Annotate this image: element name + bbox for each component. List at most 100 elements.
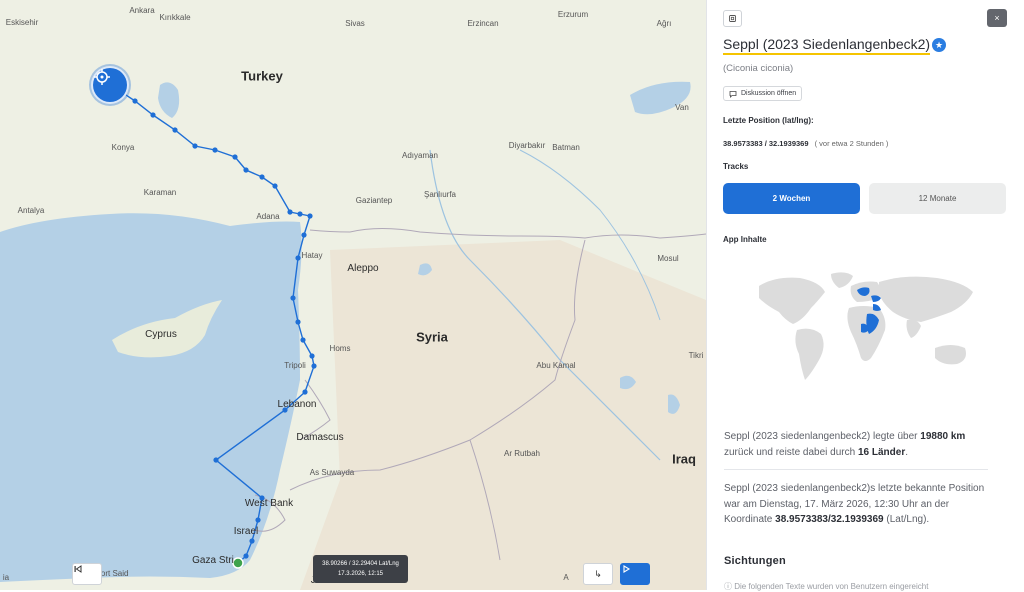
track-point[interactable] [259, 174, 265, 180]
world-map-visited-countries [759, 272, 973, 380]
label-gaza: Gaza Stri [192, 555, 234, 566]
tracks-label: Tracks [723, 162, 749, 171]
track-point[interactable] [290, 295, 296, 301]
copy-icon [729, 15, 736, 22]
last-position-ago: ( vor etwa 2 Stunden ) [814, 139, 889, 148]
label-syria: Syria [416, 329, 448, 345]
label-adiyaman: Adıyaman [401, 151, 439, 160]
label-sivas: Sivas [345, 19, 365, 28]
track-point[interactable] [243, 553, 249, 559]
label-adana: Adana [256, 212, 280, 221]
label-agri: Ağrı [656, 19, 672, 28]
last-position-value: 38.9573383 / 32.1939369 [723, 139, 809, 148]
label-kirikkale: Kırıkkale [159, 13, 191, 22]
label-tripoli: Tripoli [284, 361, 306, 370]
skip-back-icon [74, 565, 82, 573]
star-badge-icon[interactable]: ★ [932, 38, 946, 52]
track-point[interactable] [255, 517, 261, 523]
last-position-label: Letzte Position (lat/lng): [723, 116, 814, 125]
label-homs: Homs [329, 344, 351, 353]
label-west-bank: West Bank [244, 498, 294, 509]
travel-summary-end: . [905, 446, 908, 458]
track-point[interactable] [232, 154, 238, 160]
label-edge-a: A [563, 573, 569, 582]
label-cyprus: Cyprus [145, 329, 177, 340]
track-point[interactable] [272, 183, 278, 189]
label-antalya: Antalya [17, 206, 45, 215]
track-point[interactable] [295, 319, 301, 325]
close-button[interactable]: × [987, 9, 1007, 27]
map-view[interactable]: Turkey Syria Iraq Cyprus Lebanon Jordan … [0, 0, 706, 590]
track-point[interactable] [132, 98, 138, 104]
crosshair-icon [94, 69, 110, 85]
divider [724, 469, 988, 470]
label-ankara: Ankara [129, 6, 155, 15]
open-discussion-button[interactable]: Diskussion öffnen [723, 86, 803, 101]
play-button[interactable] [620, 563, 650, 585]
bird-title: Seppl (2023 Siedenlangenbeck2) [723, 36, 931, 55]
label-lebanon: Lebanon [277, 399, 317, 410]
track-2-weeks-button[interactable]: 2 Wochen [723, 183, 860, 214]
track-point[interactable] [287, 209, 293, 215]
label-israel: Israel [233, 526, 259, 537]
travel-summary-text: Seppl (2023 siedenlangenbeck2) legte übe… [724, 431, 921, 442]
visited-middle-east [873, 304, 881, 311]
track-point[interactable] [212, 147, 218, 153]
travel-countries: 16 Länder [857, 446, 906, 458]
current-position-marker[interactable] [232, 557, 244, 569]
track-point[interactable] [302, 389, 308, 395]
label-tikrit: Tikri [688, 351, 704, 360]
track-point[interactable] [297, 211, 303, 217]
copy-button[interactable] [723, 10, 742, 27]
track-point[interactable] [300, 337, 306, 343]
label-mosul: Mosul [657, 254, 679, 263]
last-position: 38.9573383 / 32.1939369 ( vor etwa 2 Stu… [723, 139, 888, 148]
replay-button[interactable]: ↳ [583, 563, 613, 585]
play-icon [623, 565, 631, 573]
label-van: Van [675, 103, 689, 112]
previous-button[interactable] [72, 563, 102, 585]
track-point[interactable] [192, 143, 198, 149]
label-damascus: Damascus [296, 432, 344, 443]
track-point[interactable] [249, 538, 255, 544]
label-sanliurfa: Şanlıurfa [423, 190, 457, 199]
locate-bird-button[interactable] [91, 66, 129, 104]
track-point[interactable] [172, 127, 178, 133]
travel-distance: 19880 km [920, 431, 966, 442]
label-konya: Konya [111, 143, 135, 152]
label-turkey: Turkey [241, 68, 283, 84]
travel-summary-text-2: zurück und reiste dabei durch [724, 446, 858, 458]
label-erzincan: Erzincan [467, 19, 499, 28]
label-erzurum: Erzurum [557, 10, 589, 19]
track-12-months-button[interactable]: 12 Monate [869, 183, 1006, 214]
label-edge-left: ia [2, 573, 10, 582]
track-point[interactable] [301, 232, 307, 238]
last-known-position-text: Seppl (2023 siedenlangenbeck2)s letzte b… [724, 481, 992, 528]
track-point[interactable] [150, 112, 156, 118]
track-point[interactable] [243, 167, 249, 173]
track-point[interactable] [311, 363, 317, 369]
track-point[interactable] [295, 255, 301, 261]
replay-icon: ↳ [594, 568, 602, 579]
track-point[interactable] [213, 457, 219, 463]
sightings-note: ⓘ Die folgenden Texte wurden von Benutze… [724, 582, 929, 591]
track-point[interactable] [309, 353, 315, 359]
label-gaziantep: Gaziantep [355, 196, 393, 205]
position-tooltip: 38.90266 / 32.29404 Lat/Lng 17.3.2026, 1… [313, 555, 408, 583]
last-known-coordinate: 38.9573383/32.1939369 [775, 514, 884, 525]
label-eskisehir: Eskisehir [5, 18, 39, 27]
label-as-suwayda: As Suwayda [309, 468, 355, 477]
label-karaman: Karaman [143, 188, 177, 197]
discussion-label: Diskussion öffnen [741, 90, 797, 97]
last-known-text-end: (Lat/Lng). [883, 514, 930, 525]
travel-summary: Seppl (2023 siedenlangenbeck2) legte übe… [724, 429, 992, 460]
tooltip-datetime: 17.3.2026, 12:15 [337, 571, 384, 577]
label-aleppo: Aleppo [347, 263, 379, 274]
label-ar-rutbah: Ar Rutbah [503, 449, 541, 458]
track-point[interactable] [307, 213, 313, 219]
label-iraq: Iraq [672, 451, 696, 467]
label-batman: Batman [552, 143, 580, 152]
tooltip-coords: 38.90266 / 32.29404 Lat/Lng [322, 561, 399, 567]
label-diyarbakir: Diyarbakır [508, 141, 546, 150]
species-name: (Ciconia ciconia) [723, 63, 794, 74]
